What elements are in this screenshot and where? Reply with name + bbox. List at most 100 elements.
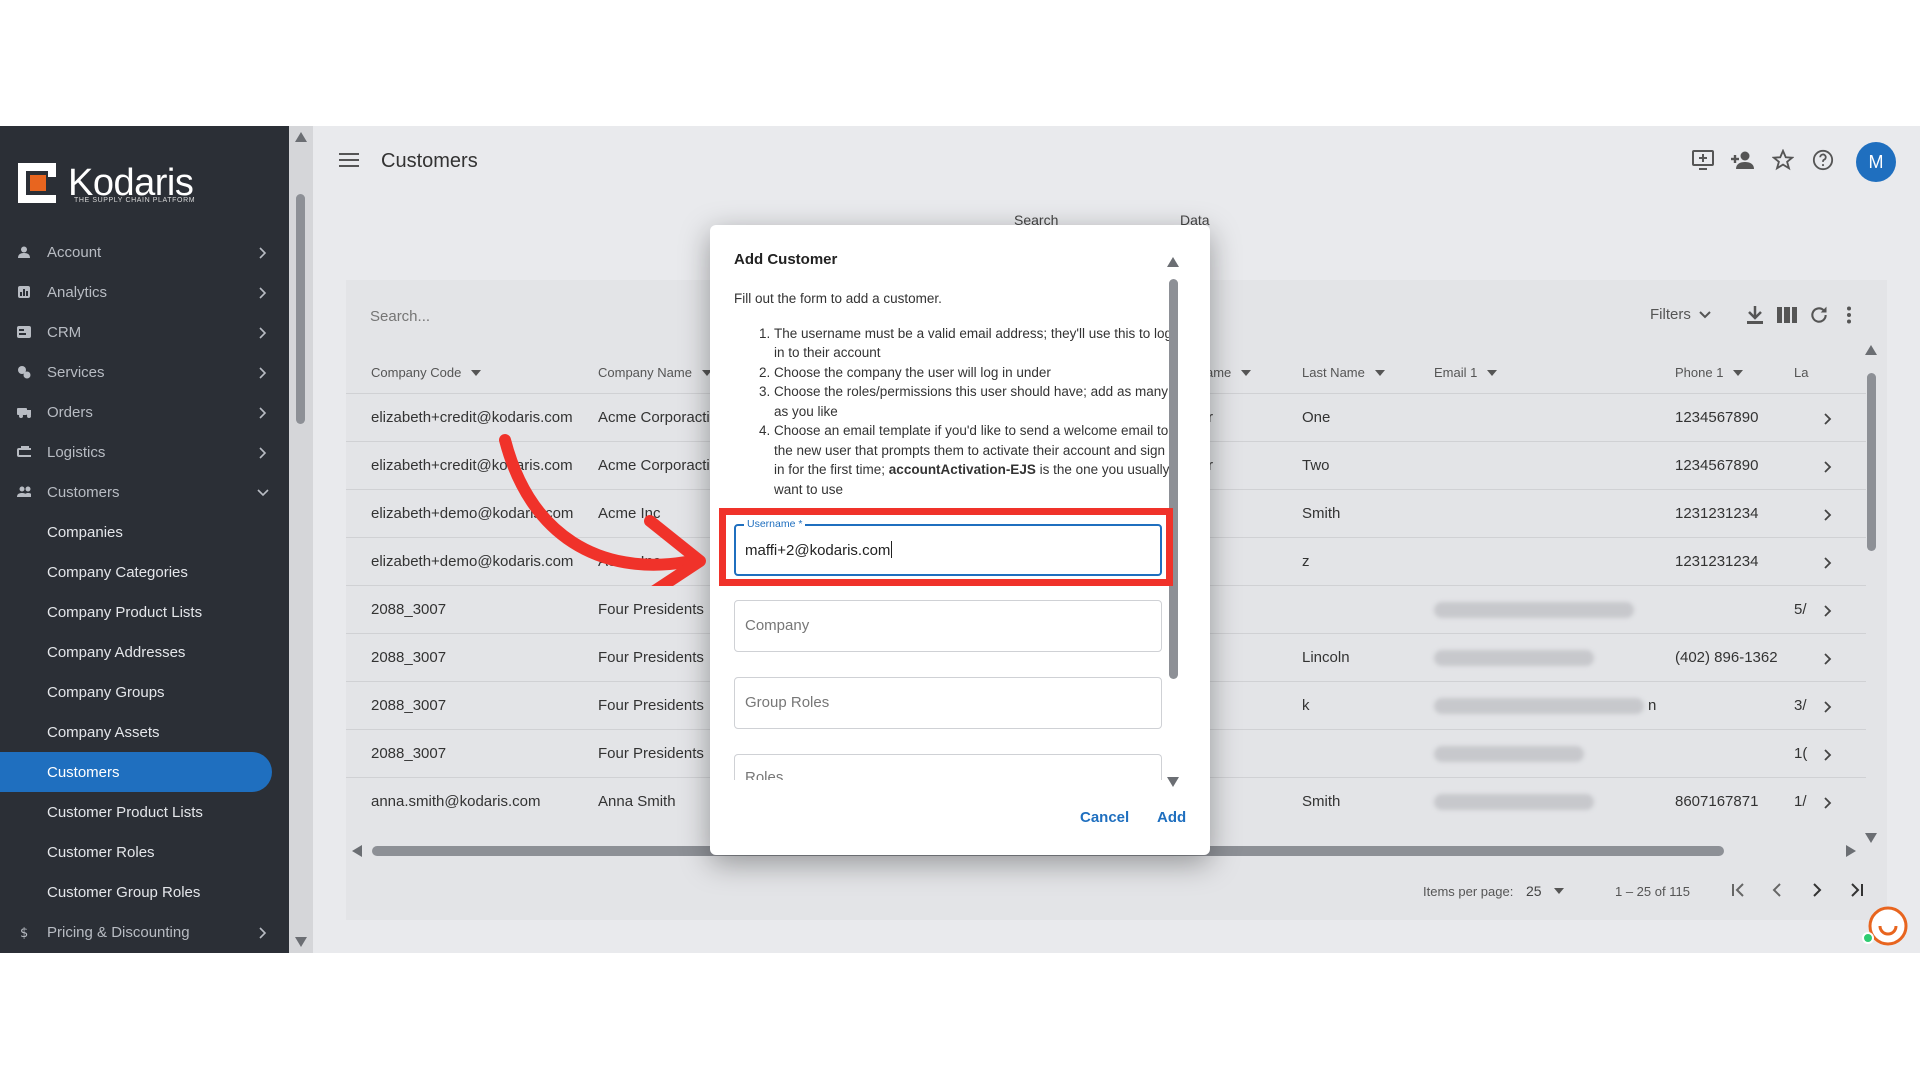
add-button[interactable]: Add [1157,809,1186,826]
sidebar-item-customers[interactable]: Customers [0,472,289,512]
download-icon[interactable] [1742,302,1768,328]
chevron-right-icon[interactable] [1822,460,1834,473]
hamburger-menu-icon[interactable] [339,152,359,168]
chevron-right-icon [257,926,269,939]
cell-last-column: 1( [1794,745,1808,762]
filters-label: Filters [1650,306,1691,323]
help-icon[interactable] [1809,146,1837,174]
chevron-right-icon[interactable] [1822,652,1834,665]
table-vertical-scrollbar-thumb[interactable] [1867,373,1876,551]
sidebar-item-label: CRM [47,323,82,341]
sidebar-item-pricing-discounting[interactable]: $ Pricing & Discounting [0,912,289,952]
sidebar-subitem-company-addresses[interactable]: Company Addresses [0,632,289,672]
cell-company-code: elizabeth+credit@kodaris.com [371,409,573,426]
more-options-icon[interactable] [1836,302,1862,328]
avatar[interactable]: M [1856,142,1896,182]
dialog-step: The username must be a valid email addre… [774,324,1178,363]
table-vertical-scrollbar[interactable] [1860,345,1882,845]
star-icon[interactable] [1769,146,1797,174]
column-header-phone[interactable]: Phone 1 [1675,365,1744,380]
logistics-icon [17,445,31,459]
sidebar-subitem-customers[interactable]: Customers [0,752,272,792]
cancel-button[interactable]: Cancel [1080,809,1129,826]
crm-icon [17,325,31,339]
column-header-last-column[interactable]: La [1794,365,1808,380]
column-header-last-name[interactable]: Last Name [1302,365,1385,380]
sidebar: Kodaris THE SUPPLY CHAIN PLATFORM Accoun… [0,126,289,953]
chevron-right-icon[interactable] [1822,700,1834,713]
sidebar-item-label: Customers [47,483,120,501]
chevron-right-icon[interactable] [1822,748,1834,761]
chevron-down-icon [1699,310,1711,318]
sidebar-item-account[interactable]: Account [0,232,289,272]
screen-share-icon[interactable] [1689,146,1717,174]
column-header-company-name[interactable]: Company Name [598,365,712,380]
sidebar-subitem-label: Customer Product Lists [47,803,203,821]
sidebar-scrollbar-thumb[interactable] [296,194,305,424]
sidebar-item-label: Logistics [47,443,106,461]
sidebar-item-analytics[interactable]: Analytics [0,272,289,312]
dialog-intro: Fill out the form to add a customer. [734,291,942,306]
sidebar-item-services[interactable]: Services [0,352,289,392]
cell-last-name: Smith [1302,793,1341,810]
sidebar-subitem-company-groups[interactable]: Company Groups [0,672,289,712]
redacted-email [1434,794,1594,810]
cell-company-code: 2088_3007 [371,745,447,762]
cell-phone: (402) 896-1362 [1675,649,1778,666]
sidebar-item-crm[interactable]: CRM [0,312,289,352]
sidebar-subitem-company-assets[interactable]: Company Assets [0,712,289,752]
column-header-label: Last Name [1302,365,1365,380]
app-window: Kodaris THE SUPPLY CHAIN PLATFORM Accoun… [0,126,1920,953]
next-page-icon[interactable] [1810,882,1824,903]
filters-dropdown[interactable]: Filters [1650,306,1711,323]
group-roles-field[interactable]: Group Roles [734,677,1162,729]
column-header-company-code[interactable]: Company Code [371,365,482,380]
chevron-right-icon [257,366,269,379]
chevron-right-icon [257,286,269,299]
sidebar-subitem-label: Customer Group Roles [47,883,201,901]
chevron-right-icon [257,446,269,459]
cell-phone: 1231231234 [1675,505,1759,522]
column-header-first-name[interactable]: ame [1206,365,1252,380]
add-person-icon[interactable] [1729,146,1757,174]
kodaris-logo[interactable]: Kodaris THE SUPPLY CHAIN PLATFORM [16,158,195,208]
column-header-email[interactable]: Email 1 [1434,365,1498,380]
sidebar-scrollbar[interactable] [289,126,313,953]
sidebar-item-logistics[interactable]: Logistics [0,432,289,472]
sidebar-subitem-label: Customers [47,763,120,781]
redacted-email [1434,602,1634,618]
cell-last-name: Smith [1302,505,1341,522]
cell-company-code: 2088_3007 [371,601,447,618]
dialog-steps: The username must be a valid email addre… [734,324,1178,500]
sidebar-item-orders[interactable]: Orders [0,392,289,432]
redacted-email [1434,698,1644,714]
sidebar-subitem-customer-product-lists[interactable]: Customer Product Lists [0,792,289,832]
annotation-highlight-box [719,508,1173,586]
chevron-right-icon[interactable] [1822,796,1834,809]
sidebar-subitem-customer-roles[interactable]: Customer Roles [0,832,289,872]
chat-support-icon[interactable] [1860,904,1908,952]
page-size-select[interactable]: 25 [1526,883,1564,899]
previous-page-icon[interactable] [1770,882,1784,903]
sidebar-subitem-label: Company Addresses [47,643,186,661]
chevron-right-icon[interactable] [1822,508,1834,521]
sidebar-subitem-companies[interactable]: Companies [0,512,289,552]
refresh-icon[interactable] [1806,302,1832,328]
dialog-scrollbar-thumb[interactable] [1169,279,1178,679]
cell-last-name: One [1302,409,1331,426]
columns-icon[interactable] [1774,302,1800,328]
chevron-right-icon[interactable] [1822,556,1834,569]
first-page-icon[interactable] [1730,882,1748,903]
search-input[interactable] [370,302,670,330]
last-page-icon[interactable] [1848,882,1866,903]
chevron-right-icon[interactable] [1822,604,1834,617]
sidebar-subitem-company-categories[interactable]: Company Categories [0,552,289,592]
chevron-right-icon[interactable] [1822,412,1834,425]
roles-field[interactable]: Roles [734,754,1162,786]
sidebar-subitem-company-product-lists[interactable]: Company Product Lists [0,592,289,632]
dollar-icon: $ [17,925,31,939]
company-field[interactable]: Company [734,600,1162,652]
sidebar-subitem-customer-group-roles[interactable]: Customer Group Roles [0,872,289,912]
kodaris-logo-mark [16,161,60,205]
sort-arrow-icon [1374,369,1385,376]
